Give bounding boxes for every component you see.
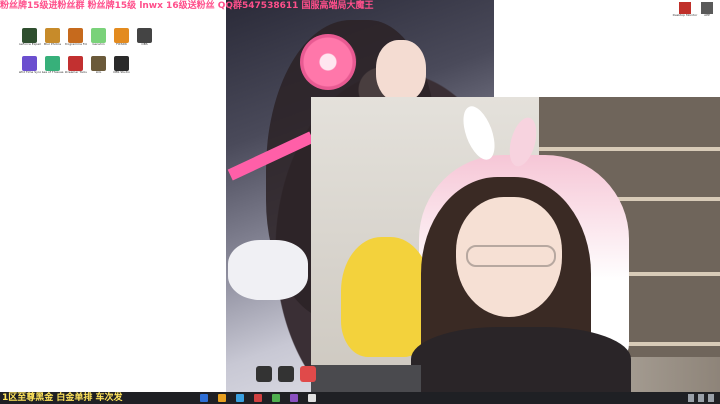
tool-icon — [114, 28, 129, 43]
desktop-icon-label: OBS — [141, 43, 148, 46]
desktop-icon-label: Desktop Monitor — [672, 13, 698, 17]
taskbar: 1区至尊黑金 白金单排 车次发 — [0, 392, 720, 404]
webcam-body — [411, 327, 631, 392]
tray-icon[interactable] — [688, 394, 694, 402]
dock-app-icon[interactable] — [300, 366, 316, 382]
camera-icon — [114, 56, 129, 71]
desktop-icon-label: APP — [704, 13, 710, 17]
desktop-icon[interactable]: Blur Photos — [41, 28, 64, 54]
photo-face — [376, 40, 426, 102]
webcam-feed — [311, 97, 720, 392]
desktop-icon[interactable]: LOL — [87, 56, 110, 82]
nvidia-icon — [22, 28, 37, 43]
desktop-icon-label: Wild Time Sync — [18, 71, 41, 74]
desktop-icon[interactable]: Genshin — [87, 28, 110, 54]
webcam-glasses — [466, 245, 556, 267]
desktop-icon[interactable]: Wild Time Sync — [18, 56, 41, 82]
desktop-icon[interactable]: FIXSDK — [110, 28, 133, 54]
taskbar-app-icon[interactable] — [308, 394, 316, 402]
dock-app-icon[interactable] — [278, 366, 294, 382]
webcam-desk — [311, 365, 421, 392]
dock-app-icon[interactable] — [256, 366, 272, 382]
desktop-right-panel: Desktop Monitor APP — [494, 0, 720, 97]
taskbar-app-icon[interactable] — [290, 394, 298, 402]
desktop-icon-label: Programme Folder — [64, 43, 87, 46]
desktop-icon-label: LOL — [95, 71, 102, 74]
desktop-icon[interactable]: OBS — [133, 28, 156, 54]
webcam-plush — [341, 237, 431, 357]
desktop-icon-label: Streamer Tools — [64, 71, 87, 74]
desktop-icon[interactable]: OBS Studio — [110, 56, 133, 82]
desktop-icon-label: OBS Studio — [113, 71, 130, 74]
marquee-text: 粉丝牌15级进粉丝群 粉丝牌15级 lnwx 16级送粉丝 QQ群5475386… — [0, 1, 374, 11]
stream-icon — [68, 56, 83, 71]
desktop-icon-label: Genshin — [92, 43, 105, 46]
desktop-icon[interactable]: Programme Folder — [64, 28, 87, 54]
desktop-icon-label: Blur Photos — [43, 43, 62, 46]
desktop-left-panel: GeForce ExperienceBlur PhotosProgramme F… — [0, 0, 226, 392]
dock — [256, 366, 316, 382]
lol-icon — [91, 56, 106, 71]
desktop-icon-label: FIXSDK — [116, 43, 127, 46]
desktop-icon-monitor[interactable]: Desktop Monitor — [672, 2, 698, 18]
game-icon — [91, 28, 106, 43]
folder-icon — [68, 28, 83, 43]
ship-icon — [45, 56, 60, 71]
taskbar-apps — [200, 394, 316, 402]
stream-screen: GeForce ExperienceBlur PhotosProgramme F… — [0, 0, 720, 404]
desktop-icon-grid: GeForce ExperienceBlur PhotosProgramme F… — [18, 28, 156, 82]
taskbar-app-icon[interactable] — [218, 394, 226, 402]
taskbar-app-icon[interactable] — [236, 394, 244, 402]
desktop-icon-label: Sea of Thieves — [41, 71, 64, 74]
tray-icon[interactable] — [708, 394, 714, 402]
photo-flower — [300, 34, 356, 90]
taskbar-ticker: 1区至尊黑金 白金单排 车次发 — [2, 393, 123, 403]
desktop-icon-label: GeForce Experience — [18, 43, 41, 46]
tray-icon[interactable] — [698, 394, 704, 402]
obs-icon — [137, 28, 152, 43]
desktop-icon[interactable]: Sea of Thieves — [41, 56, 64, 82]
desktop-icon[interactable]: GeForce Experience — [18, 28, 41, 54]
desktop-icon-app[interactable]: APP — [696, 2, 718, 18]
app-icon — [45, 28, 60, 43]
sync-icon — [22, 56, 37, 71]
photo-sleeve — [228, 240, 308, 300]
taskbar-app-icon[interactable] — [272, 394, 280, 402]
taskbar-app-icon[interactable] — [200, 394, 208, 402]
taskbar-app-icon[interactable] — [254, 394, 262, 402]
desktop-icon[interactable]: Streamer Tools — [64, 56, 87, 82]
system-tray — [688, 394, 714, 402]
